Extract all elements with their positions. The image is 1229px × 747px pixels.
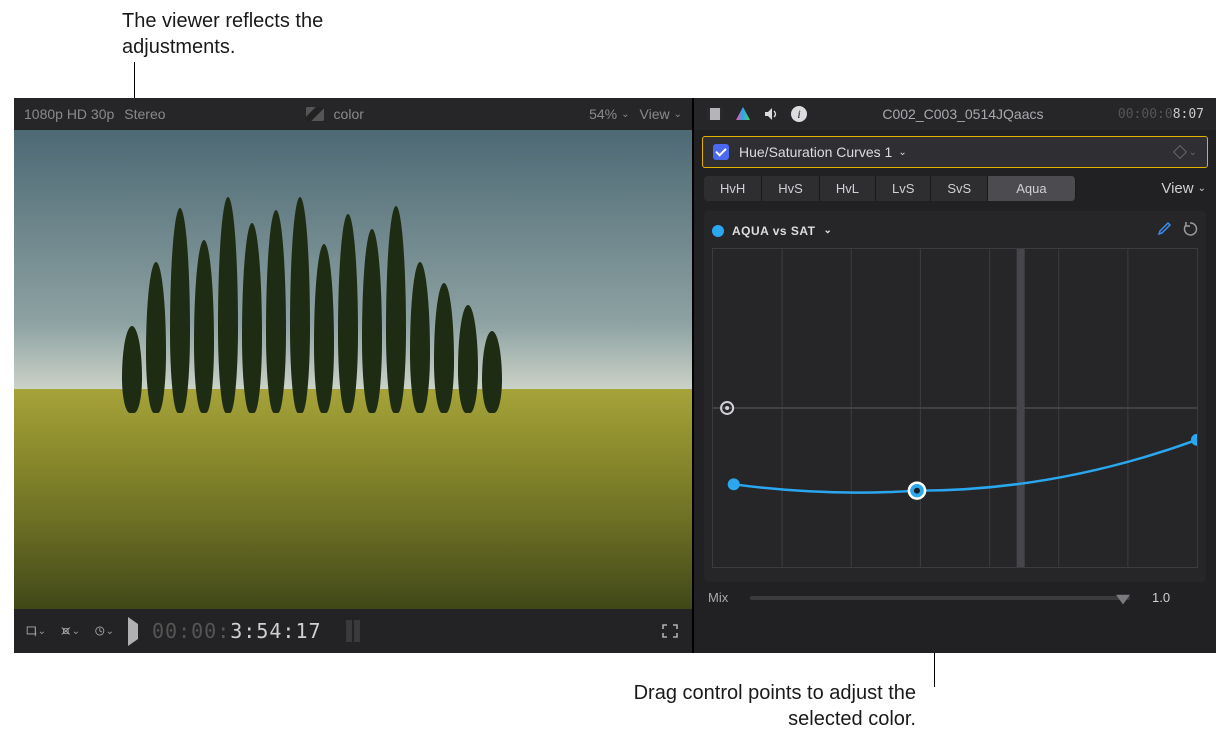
- mix-slider[interactable]: [750, 596, 1130, 600]
- chevron-down-icon: ⌄: [674, 109, 682, 120]
- chevron-down-icon: ⌄: [72, 626, 80, 637]
- tab-hvl[interactable]: HvL: [820, 176, 876, 201]
- curve-type-tabs: HvH HvS HvL LvS SvS Aqua View ⌄: [704, 176, 1206, 201]
- zoom-menu[interactable]: 54% ⌄: [589, 106, 629, 122]
- mix-row: Mix 1.0: [708, 590, 1202, 605]
- chevron-down-icon[interactable]: ⌄: [1189, 147, 1197, 158]
- chevron-down-icon: ⌄: [106, 626, 114, 637]
- viewer-timecode[interactable]: 00:00:3:54:17: [152, 619, 322, 643]
- tc-last: 8:07: [1173, 107, 1204, 122]
- viewer-canvas[interactable]: [14, 130, 692, 609]
- video-inspector-icon[interactable]: [706, 105, 724, 123]
- chevron-down-icon: ⌄: [38, 626, 46, 637]
- mix-value: 1.0: [1152, 590, 1202, 605]
- play-icon: [128, 617, 138, 646]
- tab-aqua[interactable]: Aqua: [988, 176, 1075, 201]
- tc-prefix: 00:00:0: [1118, 107, 1173, 122]
- aqua-color-dot: [712, 225, 724, 237]
- retime-tool-menu[interactable]: ⌄: [94, 622, 114, 640]
- viewer-transport: ⌄ ⌄ ⌄ 00:00:3:54:17: [14, 609, 692, 653]
- info-inspector-icon[interactable]: i: [790, 105, 808, 123]
- timecode-value: 3:54:17: [230, 619, 321, 643]
- view-menu[interactable]: View ⌄: [640, 106, 682, 122]
- mix-slider-thumb[interactable]: [1116, 591, 1130, 605]
- tab-hvs[interactable]: HvS: [762, 176, 820, 201]
- audio-inspector-icon[interactable]: [762, 105, 780, 123]
- format-label: 1080p HD 30p: [24, 106, 114, 122]
- inspector-header: i C002_C003_0514JQaacs 00:00:08:07: [694, 98, 1216, 130]
- viewer-panel: 1080p HD 30p Stereo color 54% ⌄ View ⌄: [14, 98, 694, 653]
- curve-plot[interactable]: [712, 248, 1198, 568]
- preview-ground: [14, 389, 692, 609]
- effect-row[interactable]: Hue/Saturation Curves 1 ⌄ ⌄: [702, 136, 1208, 168]
- preview-trees: [82, 197, 543, 413]
- curve-title-label: AQUA vs SAT: [732, 224, 816, 238]
- audio-meters: [346, 620, 360, 642]
- annotation-viewer: The viewer reflects the adjustments.: [122, 8, 402, 60]
- transform-tool-menu[interactable]: ⌄: [60, 622, 80, 640]
- effect-enable-checkbox[interactable]: [713, 144, 729, 160]
- keyframe-icon[interactable]: [1173, 145, 1187, 159]
- annotation-curve: Drag control points to adjust the select…: [576, 680, 916, 732]
- zoom-value: 54%: [589, 106, 617, 122]
- color-inspector-icon[interactable]: [734, 105, 752, 123]
- svg-text:i: i: [797, 107, 800, 121]
- reset-icon[interactable]: [1182, 221, 1198, 240]
- inspector-panel: i C002_C003_0514JQaacs 00:00:08:07 Hue/S…: [694, 98, 1216, 653]
- inspector-timecode: 00:00:08:07: [1118, 107, 1204, 122]
- view-label: View: [640, 106, 670, 122]
- play-button[interactable]: [128, 624, 138, 639]
- curve-view-menu[interactable]: View ⌄: [1161, 180, 1206, 197]
- eyedropper-icon[interactable]: [1156, 221, 1172, 240]
- clapperboard-icon: [306, 107, 324, 121]
- chevron-down-icon: ⌄: [621, 109, 629, 120]
- tab-svs[interactable]: SvS: [931, 176, 988, 201]
- app-window: 1080p HD 30p Stereo color 54% ⌄ View ⌄: [14, 98, 1216, 653]
- audio-label: Stereo: [124, 106, 165, 122]
- chevron-down-icon: ⌄: [1198, 183, 1206, 194]
- view-label: View: [1161, 180, 1193, 197]
- clip-name: C002_C003_0514JQaacs: [820, 106, 1106, 122]
- clip-label: color: [334, 106, 364, 122]
- chevron-down-icon[interactable]: ⌄: [898, 147, 906, 158]
- curve-editor: AQUA vs SAT ⌄: [704, 211, 1206, 582]
- tab-hvh[interactable]: HvH: [704, 176, 762, 201]
- timecode-prefix: 00:00:: [152, 619, 230, 643]
- crop-tool-menu[interactable]: ⌄: [26, 622, 46, 640]
- viewer-header: 1080p HD 30p Stereo color 54% ⌄ View ⌄: [14, 98, 692, 130]
- tab-lvs[interactable]: LvS: [876, 176, 931, 201]
- chevron-down-icon[interactable]: ⌄: [824, 225, 833, 236]
- fullscreen-button[interactable]: [660, 622, 680, 640]
- mix-label: Mix: [708, 590, 728, 605]
- effect-name: Hue/Saturation Curves 1: [739, 144, 892, 160]
